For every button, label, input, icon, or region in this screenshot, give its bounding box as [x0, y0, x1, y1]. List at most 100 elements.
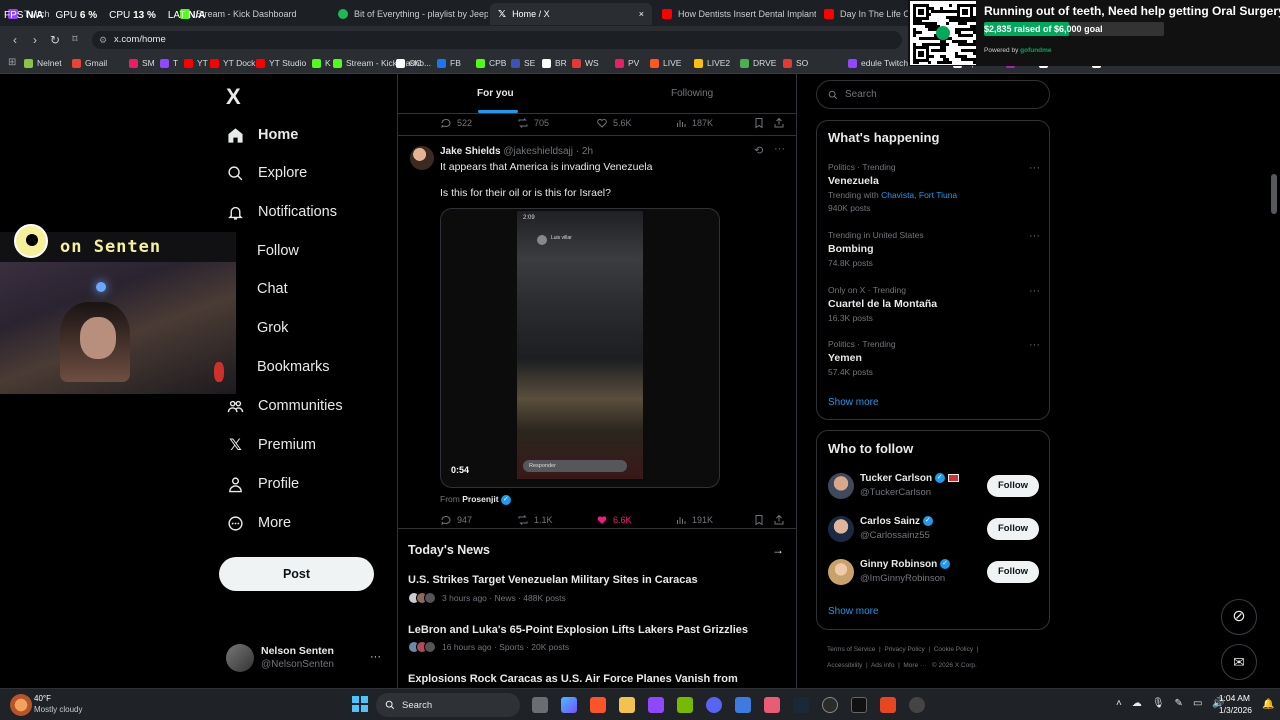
source-name[interactable]: Prosenjit	[462, 494, 498, 504]
trend-more-icon[interactable]: ···	[1029, 285, 1040, 297]
bookmark-item[interactable]: YT Studio	[256, 58, 306, 68]
follow-avatar[interactable]	[828, 559, 854, 585]
trend-item[interactable]: Only on X · Trending Cuartel de la Monta…	[828, 285, 1040, 323]
account-more-icon[interactable]: ···	[370, 651, 381, 663]
cloud-icon[interactable]: ☁	[1132, 698, 1142, 709]
tweet-author[interactable]: Jake Shields	[440, 146, 501, 157]
tweet[interactable]: Jake Shields @jakeshieldsajj · 2h ⟲ ··· …	[398, 136, 796, 529]
tweet-bookmark-button[interactable]	[753, 514, 765, 526]
tweet-more-icon[interactable]: ···	[774, 143, 785, 155]
nav-profile[interactable]: Profile	[227, 469, 299, 499]
nav-more[interactable]: More	[227, 508, 291, 538]
site-info-icon[interactable]: ⚙	[99, 31, 107, 49]
app-icon[interactable]	[909, 697, 925, 713]
follow-name[interactable]: Tucker Carlson ✓	[860, 473, 959, 484]
weather-temp[interactable]: 40°F	[34, 694, 51, 703]
bookmark-item[interactable]: YT Dock	[210, 58, 255, 68]
footer-link[interactable]: More ···	[903, 662, 926, 669]
clock-time[interactable]: 1:04 AM	[1212, 693, 1250, 703]
tweet-share-button[interactable]	[773, 514, 785, 526]
follow-avatar[interactable]	[828, 516, 854, 542]
tweet-avatar[interactable]	[410, 146, 434, 170]
bookmark-item[interactable]: Gmail	[72, 58, 107, 68]
tab-following[interactable]: Following	[671, 88, 713, 99]
tweet-repost-button[interactable]: 1.1K	[517, 514, 553, 526]
trend-item[interactable]: Trending in United States Bombing 74.8K …	[828, 230, 1040, 268]
tab-home-x[interactable]: 𝕏 Home / X ×	[490, 3, 652, 25]
tweet-views-button[interactable]: 191K	[675, 514, 713, 526]
trends-show-more[interactable]: Show more	[828, 397, 879, 408]
tweet-time[interactable]: 2h	[582, 146, 593, 157]
copilot-icon[interactable]	[561, 697, 577, 713]
account-avatar[interactable]	[226, 644, 254, 672]
trend-related-links[interactable]: Chavista, Fort Tiuna	[881, 190, 957, 200]
search-box[interactable]: Search	[816, 80, 1050, 109]
mic-tray-icon[interactable]: 🎙	[1152, 698, 1165, 709]
trend-more-icon[interactable]: ···	[1029, 339, 1040, 351]
nvidia-icon[interactable]	[677, 697, 693, 713]
bookmark-item[interactable]: SM	[129, 58, 155, 68]
steam-icon[interactable]	[793, 697, 809, 713]
obs-icon[interactable]	[822, 697, 838, 713]
bookmark-item[interactable]: SE	[511, 58, 535, 68]
trend-more-icon[interactable]: ···	[1029, 230, 1040, 242]
views-button[interactable]: 187K	[675, 117, 713, 129]
like-button[interactable]: 5.6K	[596, 117, 632, 129]
follow-button[interactable]: Follow	[987, 475, 1039, 497]
app-icon[interactable]	[880, 697, 896, 713]
repost-button[interactable]: 705	[517, 117, 549, 129]
nav-notifications[interactable]: Notifications	[227, 197, 337, 227]
reply-button[interactable]: 522	[440, 117, 472, 129]
footer-link[interactable]: Accessibility	[827, 662, 862, 669]
post-button[interactable]: Post	[219, 557, 374, 591]
brave-icon[interactable]	[590, 697, 606, 713]
x-logo[interactable]: X	[226, 84, 241, 110]
nav-grok[interactable]: Grok	[257, 313, 288, 343]
bookmark-item[interactable]: BR	[542, 58, 567, 68]
nav-explore[interactable]: Explore	[227, 158, 307, 188]
nav-follow[interactable]: Follow	[257, 236, 299, 266]
follow-avatar[interactable]	[828, 473, 854, 499]
app-icon[interactable]	[735, 697, 751, 713]
pen-icon[interactable]: ✎	[1175, 698, 1183, 709]
forward-icon[interactable]: ›	[28, 33, 42, 47]
tab-youtube-dentists[interactable]: How Dentists Insert Dental Implants	[654, 3, 816, 25]
follow-name[interactable]: Carlos Sainz ✓	[860, 516, 933, 527]
bookmark-item[interactable]: Nelnet	[24, 58, 62, 68]
back-icon[interactable]: ‹	[8, 33, 22, 47]
tray-chevron-icon[interactable]: ˄	[1116, 698, 1122, 709]
footer-link[interactable]: Terms of Service	[827, 646, 875, 653]
follow-button[interactable]: Follow	[987, 518, 1039, 540]
tab-youtube-day[interactable]: Day In The Life Of S	[816, 3, 912, 25]
footer-link[interactable]: Ads info	[871, 662, 895, 669]
news-headline-3[interactable]: Explosions Rock Caracas as U.S. Air Forc…	[408, 673, 738, 685]
discord-icon[interactable]	[706, 697, 722, 713]
apps-grid-icon[interactable]: ⊞	[8, 57, 16, 68]
url-field[interactable]: ⚙ x.com/home	[92, 31, 902, 49]
file-explorer-icon[interactable]	[619, 697, 635, 713]
tweet-like-button[interactable]: 6.6K	[596, 514, 632, 526]
bookmark-tweet-button[interactable]	[753, 117, 765, 129]
follow-name[interactable]: Ginny Robinson ✓	[860, 559, 950, 570]
reload-icon[interactable]: ↻	[48, 33, 62, 47]
share-button[interactable]	[773, 117, 785, 129]
bookmark-item[interactable]: LIVE	[650, 58, 681, 68]
follow-button[interactable]: Follow	[987, 561, 1039, 583]
tab-spotify[interactable]: Bit of Everything - playlist by Jeep W	[330, 3, 488, 25]
app-icon[interactable]	[851, 697, 867, 713]
clock-date[interactable]: 1/3/2026	[1210, 705, 1252, 715]
nav-chat[interactable]: Chat	[257, 274, 288, 304]
news-headline-2[interactable]: LeBron and Luka's 65-Point Explosion Lif…	[408, 624, 748, 636]
grok-float-icon[interactable]: ⊘	[1221, 599, 1257, 635]
tweet-reply-button[interactable]: 947	[440, 514, 472, 526]
footer-link[interactable]: Privacy Policy	[884, 646, 924, 653]
network-icon[interactable]: ▭	[1193, 698, 1202, 709]
trend-item[interactable]: Politics · Trending Yemen 57.4K posts ··…	[828, 339, 1040, 377]
bookmark-item[interactable]: LIVE2	[694, 58, 730, 68]
news-headline-1[interactable]: U.S. Strikes Target Venezuelan Military …	[408, 574, 698, 586]
page-scrollbar-thumb[interactable]	[1271, 174, 1277, 214]
bookmark-item[interactable]: OC	[396, 58, 422, 68]
who-show-more[interactable]: Show more	[828, 606, 879, 617]
bookmark-item[interactable]: T	[160, 58, 178, 68]
nav-communities[interactable]: Communities	[227, 391, 343, 421]
